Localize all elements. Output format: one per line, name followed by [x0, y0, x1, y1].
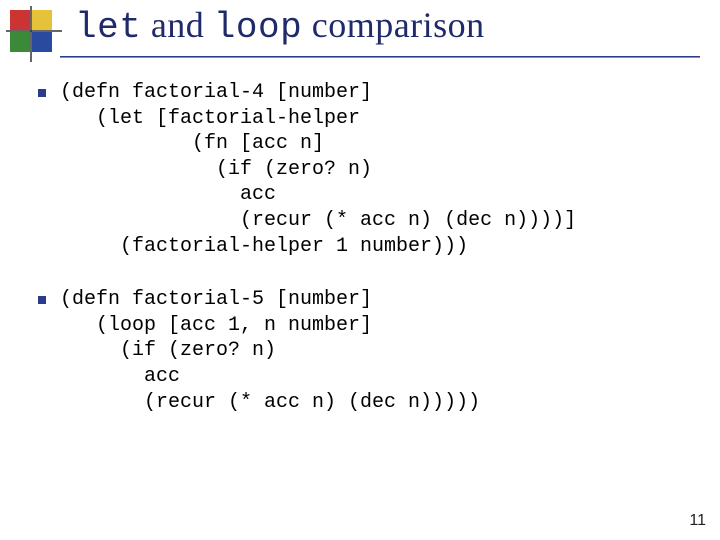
- bullet-icon: [38, 89, 46, 97]
- title-text-comparison: comparison: [302, 5, 484, 45]
- title-underline: [60, 54, 700, 58]
- page-number: 11: [689, 512, 706, 530]
- code-snippet: (defn factorial-5 [number] (loop [acc 1,…: [60, 287, 480, 415]
- code-block: (defn factorial-4 [number] (let [factori…: [38, 80, 700, 259]
- slide-title: let and loop comparison: [75, 4, 485, 48]
- slide-content: (defn factorial-4 [number] (let [factori…: [38, 80, 700, 443]
- title-code-let: let: [75, 7, 141, 48]
- bullet-icon: [38, 296, 46, 304]
- slide-logo: [6, 6, 62, 62]
- title-code-loop: loop: [214, 7, 302, 48]
- title-text-and: and: [141, 5, 213, 45]
- code-snippet: (defn factorial-4 [number] (let [factori…: [60, 80, 576, 259]
- code-block: (defn factorial-5 [number] (loop [acc 1,…: [38, 287, 700, 415]
